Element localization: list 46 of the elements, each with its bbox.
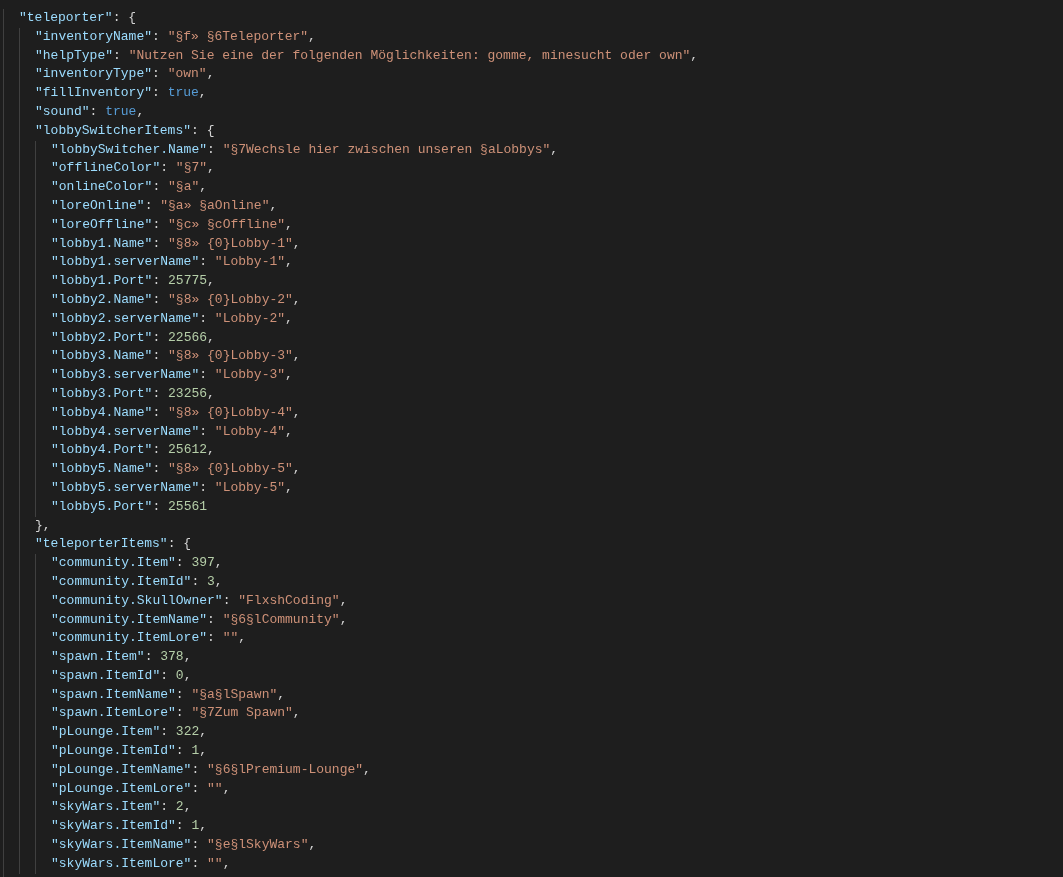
code-line: "fillInventory": true, — [35, 84, 207, 103]
code-line: "teleporterItems": { — [35, 535, 192, 554]
code-line: "lobby1.Port": 25775, — [51, 272, 215, 291]
code-line: "community.ItemName": "§6§lCommunity", — [51, 610, 348, 629]
code-line: "sound": true, — [35, 103, 145, 121]
code-line: "lobby2.Port": 22566, — [51, 328, 215, 347]
code-line: "lobby4.Name": "§8» {0}Lobby-4", — [51, 403, 301, 422]
code-line: "loreOnline": "§a» §aOnline", — [51, 196, 278, 215]
code-line: "lobby5.Port": 25561 — [51, 497, 208, 516]
code-line: "pLounge.Item": 322, — [51, 723, 208, 742]
code-line: "spawn.Item": 378, — [51, 648, 192, 667]
code-line: "skyWars.ItemName": "§e§lSkyWars", — [51, 836, 317, 855]
code-line: "pLounge.ItemName": "§6§lPremium-Lounge", — [51, 760, 371, 779]
code-line: "lobby4.serverName": "Lobby-4", — [51, 422, 293, 441]
code-line: "lobbySwitcherItems": { — [35, 121, 215, 140]
code-line: "offlineColor": "§7", — [51, 159, 215, 178]
code-line: "lobby3.Port": 23256, — [51, 384, 215, 403]
code-line: "community.ItemLore": "", — [51, 629, 247, 648]
code-line: "spawn.ItemName": "§a§lSpawn", — [51, 685, 286, 704]
code-line: "pLounge.ItemId": 1, — [51, 742, 208, 761]
code-line: "lobby1.serverName": "Lobby-1", — [51, 253, 293, 272]
code-line: "skyWars.Item": 2, — [51, 798, 192, 817]
code-line: "lobby2.serverName": "Lobby-2", — [51, 309, 293, 328]
code-line: "lobby5.Name": "§8» {0}Lobby-5", — [51, 460, 301, 479]
code-line: "lobby3.Name": "§8» {0}Lobby-3", — [51, 347, 301, 366]
code-line: "inventoryType": "own", — [35, 65, 215, 84]
code-line: "lobby3.serverName": "Lobby-3", — [51, 366, 293, 385]
code-line: "lobby4.Port": 25612, — [51, 441, 215, 460]
code-line: "teleporter": { — [19, 9, 137, 27]
code-line: "skyWars.ItemId": 1, — [51, 817, 208, 836]
code-line: "skyWars.ItemLore": "", — [51, 854, 231, 873]
code-line: "inventoryName": "§f» §6Teleporter", — [35, 27, 316, 46]
code-line: "spawn.ItemLore": "§7Zum Spawn", — [51, 704, 301, 723]
code-line: "helpType": "Nutzen Sie eine der folgenden Möglichkeiten: gomme, minesucht oder own", — [35, 46, 699, 65]
code-line: "community.ItemId": 3, — [51, 572, 223, 591]
closing-brace: }, — [35, 516, 51, 535]
code-line: "community.SkullOwner": "FlxshCoding", — [51, 591, 348, 610]
code-line: "pLounge.ItemLore": "", — [51, 779, 231, 798]
code-line: "lobby2.Name": "§8» {0}Lobby-2", — [51, 290, 301, 309]
code-line: "onlineColor": "§a", — [51, 178, 208, 197]
code-line: "loreOffline": "§c» §cOffline", — [51, 215, 293, 234]
code-line: "lobby1.Name": "§8» {0}Lobby-1", — [51, 234, 301, 253]
code-line: "community.Item": 397, — [51, 554, 223, 573]
code-line: "lobby5.serverName": "Lobby-5", — [51, 478, 293, 497]
code-line: "spawn.ItemId": 0, — [51, 666, 192, 685]
code-line: "lobbySwitcher.Name": "§7Wechsle hier zwischen unseren §aLobbys", — [51, 140, 559, 159]
